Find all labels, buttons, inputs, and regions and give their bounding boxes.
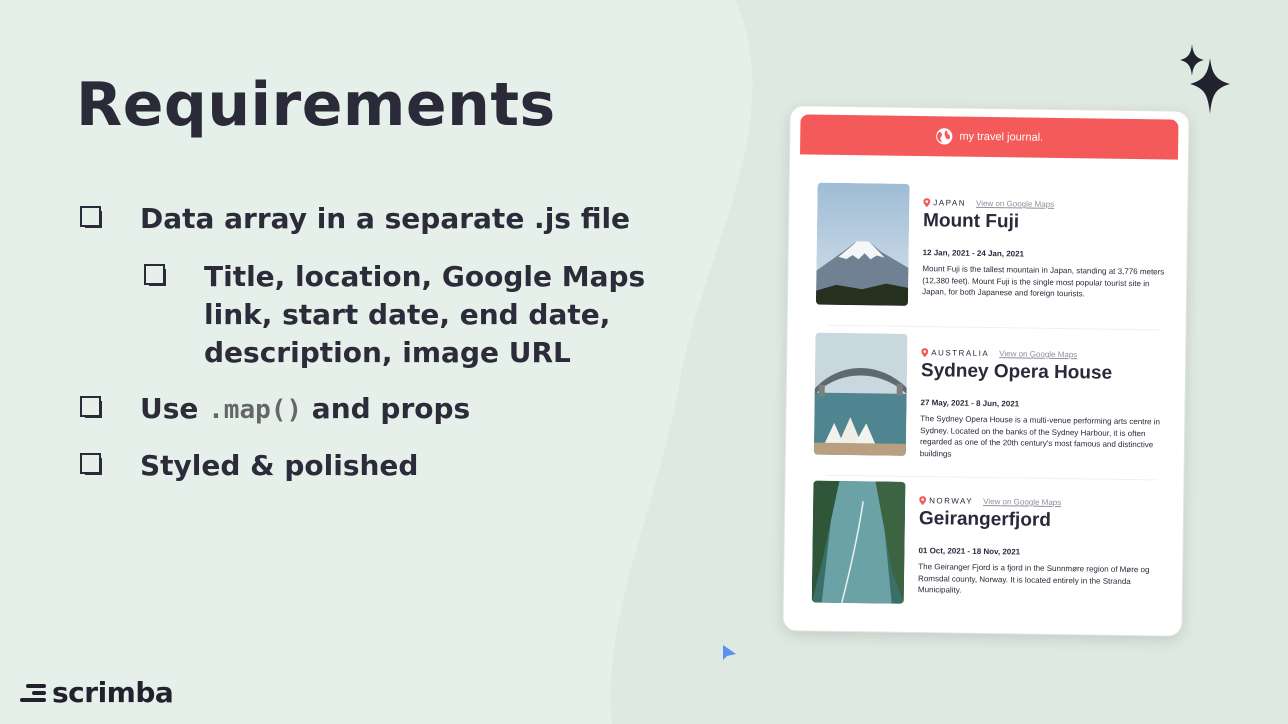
scrimba-logo: scrimba (20, 676, 174, 709)
checkbox-icon (80, 206, 102, 228)
entry-dates: 27 May, 2021 - 8 Jun, 2021 (920, 398, 1020, 409)
entry-title: Sydney Opera House (920, 360, 1113, 384)
google-maps-link[interactable]: View on Google Maps (999, 349, 1077, 359)
journal-entry: JAPAN View on Google Maps Mount Fuji 12 … (815, 182, 1170, 310)
cursor-icon (723, 645, 736, 660)
entry-location: NORWAY (929, 496, 974, 506)
requirement-item: Styled & polished (80, 447, 680, 485)
sparkle-icon (1180, 44, 1230, 114)
checkbox-icon (80, 396, 102, 418)
google-maps-link[interactable]: View on Google Maps (983, 497, 1061, 507)
sydney-opera-house-image (813, 332, 908, 456)
entry-divider (825, 474, 1158, 481)
mount-fuji-image (815, 182, 910, 306)
google-maps-link[interactable]: View on Google Maps (976, 199, 1054, 209)
location-pin-icon (919, 496, 927, 506)
logo-mark-icon (20, 683, 46, 702)
checkbox-icon (144, 264, 166, 286)
checkbox-icon (80, 453, 102, 475)
requirement-item: Data array in a separate .js file (80, 200, 680, 238)
globe-icon (936, 128, 953, 145)
app-brand: my travel journal. (959, 130, 1044, 144)
entry-title: Geirangerfjord (918, 508, 1052, 531)
code-snippet: .map() (208, 395, 303, 425)
entry-dates: 01 Oct, 2021 - 18 Nov, 2021 (918, 546, 1021, 557)
requirement-text: and props (302, 392, 471, 425)
entry-divider (827, 324, 1160, 331)
requirement-text: Use (140, 392, 209, 425)
entry-description: Mount Fuji is the tallest mountain in Ja… (922, 264, 1165, 299)
entry-dates: 12 Jan, 2021 - 24 Jan, 2021 (922, 248, 1025, 259)
journal-entry: NORWAY View on Google Maps Geirangerfjor… (811, 480, 1166, 608)
entry-description: The Sydney Opera House is a multi-venue … (919, 414, 1161, 459)
entry-location: JAPAN (933, 198, 967, 208)
journal-entry: AUSTRALIA View on Google Maps Sydney Ope… (813, 332, 1168, 463)
app-header: my travel journal. (800, 114, 1179, 160)
location-pin-icon (923, 198, 931, 208)
requirement-subitem: Title, location, Google Maps link, start… (144, 258, 680, 372)
location-pin-icon (921, 348, 929, 358)
travel-journal-screenshot: my travel journal. JAPAN View on Google … (782, 105, 1190, 637)
requirement-item: Use .map() and props (80, 390, 680, 429)
requirements-list: Data array in a separate .js file Title,… (80, 200, 680, 485)
entry-location: AUSTRALIA (931, 348, 990, 359)
slide-title: Requirements (76, 70, 556, 140)
entry-description: The Geiranger Fjord is a fjord in the Su… (917, 562, 1150, 595)
entry-title: Mount Fuji (922, 210, 1020, 233)
geirangerfjord-image (811, 480, 906, 604)
